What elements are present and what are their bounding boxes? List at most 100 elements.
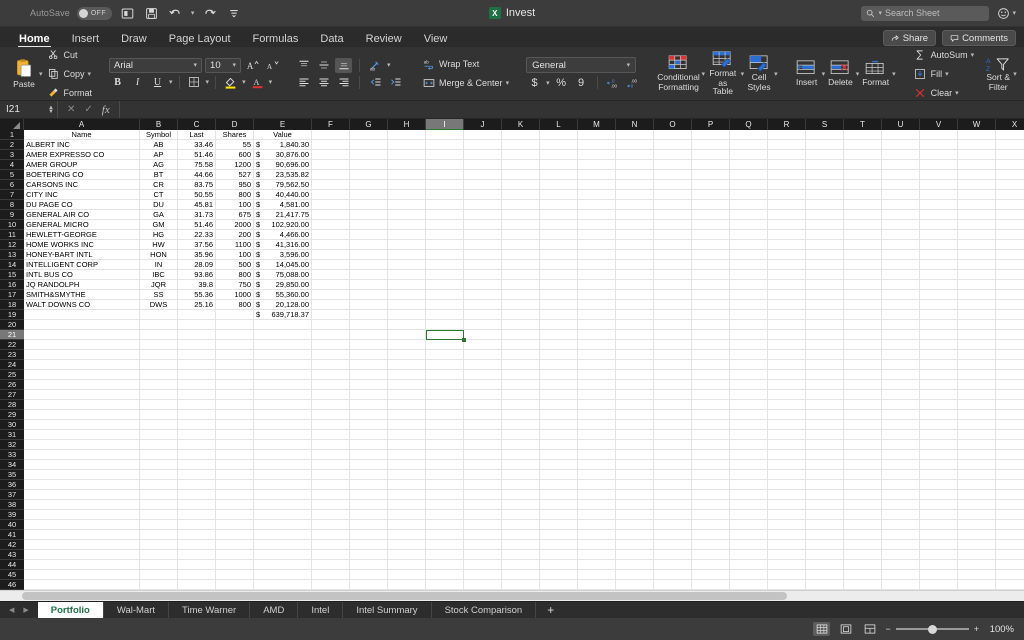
cell-K25[interactable] [502, 370, 540, 379]
cell-X24[interactable] [996, 360, 1024, 369]
fill-dropdown-icon[interactable]: ▾ [945, 70, 949, 78]
cell-M33[interactable] [578, 450, 616, 459]
cell-T3[interactable] [844, 150, 882, 159]
cell-O33[interactable] [654, 450, 692, 459]
fill-color-dropdown-icon[interactable]: ▾ [242, 78, 246, 86]
cell-L4[interactable] [540, 160, 578, 169]
cell-S5[interactable] [806, 170, 844, 179]
cell-I21[interactable] [426, 330, 464, 339]
cell-L26[interactable] [540, 380, 578, 389]
cell-E34[interactable] [254, 460, 312, 469]
cell-S44[interactable] [806, 560, 844, 569]
cell-U22[interactable] [882, 340, 920, 349]
cell-F33[interactable] [312, 450, 350, 459]
cell-S41[interactable] [806, 530, 844, 539]
cell-C18[interactable]: 25.16 [178, 300, 216, 309]
cell-R5[interactable] [768, 170, 806, 179]
cell-X31[interactable] [996, 430, 1024, 439]
cell-Q23[interactable] [730, 350, 768, 359]
cell-U25[interactable] [882, 370, 920, 379]
cell-A10[interactable]: GENERAL MICRO [24, 220, 140, 229]
cell-Q26[interactable] [730, 380, 768, 389]
cell-F23[interactable] [312, 350, 350, 359]
cell-V33[interactable] [920, 450, 958, 459]
cell-O18[interactable] [654, 300, 692, 309]
cell-W24[interactable] [958, 360, 996, 369]
cell-N39[interactable] [616, 510, 654, 519]
cell-W31[interactable] [958, 430, 996, 439]
cell-R34[interactable] [768, 460, 806, 469]
column-header-X[interactable]: X [996, 119, 1024, 130]
cell-B32[interactable] [140, 440, 178, 449]
cell-J19[interactable] [464, 310, 502, 319]
cell-N4[interactable] [616, 160, 654, 169]
cell-N13[interactable] [616, 250, 654, 259]
cell-P42[interactable] [692, 540, 730, 549]
cell-U5[interactable] [882, 170, 920, 179]
cell-K27[interactable] [502, 390, 540, 399]
row-header-33[interactable]: 33 [0, 450, 24, 460]
cell-F29[interactable] [312, 410, 350, 419]
cell-V38[interactable] [920, 500, 958, 509]
cell-E1[interactable]: Value [254, 130, 312, 139]
cell-N42[interactable] [616, 540, 654, 549]
cell-E39[interactable] [254, 510, 312, 519]
cell-W16[interactable] [958, 280, 996, 289]
cell-K17[interactable] [502, 290, 540, 299]
previous-sheet-icon[interactable]: ◀ [9, 606, 14, 614]
cell-G17[interactable] [350, 290, 388, 299]
cell-R11[interactable] [768, 230, 806, 239]
cell-T40[interactable] [844, 520, 882, 529]
cell-T17[interactable] [844, 290, 882, 299]
cell-B27[interactable] [140, 390, 178, 399]
row-header-35[interactable]: 35 [0, 470, 24, 480]
cell-U46[interactable] [882, 580, 920, 589]
cell-G39[interactable] [350, 510, 388, 519]
cell-O46[interactable] [654, 580, 692, 589]
cell-T12[interactable] [844, 240, 882, 249]
cell-G16[interactable] [350, 280, 388, 289]
cell-K33[interactable] [502, 450, 540, 459]
cell-P44[interactable] [692, 560, 730, 569]
cell-F6[interactable] [312, 180, 350, 189]
cell-B5[interactable]: BT [140, 170, 178, 179]
cell-U13[interactable] [882, 250, 920, 259]
cell-O38[interactable] [654, 500, 692, 509]
cell-T5[interactable] [844, 170, 882, 179]
cell-V31[interactable] [920, 430, 958, 439]
cell-M17[interactable] [578, 290, 616, 299]
cell-P11[interactable] [692, 230, 730, 239]
cell-T39[interactable] [844, 510, 882, 519]
cell-S19[interactable] [806, 310, 844, 319]
cell-A34[interactable] [24, 460, 140, 469]
cell-J24[interactable] [464, 360, 502, 369]
cell-B35[interactable] [140, 470, 178, 479]
cell-X40[interactable] [996, 520, 1024, 529]
cell-H34[interactable] [388, 460, 426, 469]
cell-C5[interactable]: 44.66 [178, 170, 216, 179]
cell-Q31[interactable] [730, 430, 768, 439]
cell-H38[interactable] [388, 500, 426, 509]
cell-B19[interactable] [140, 310, 178, 319]
cell-I16[interactable] [426, 280, 464, 289]
cell-R42[interactable] [768, 540, 806, 549]
cell-N26[interactable] [616, 380, 654, 389]
cell-A36[interactable] [24, 480, 140, 489]
cell-U16[interactable] [882, 280, 920, 289]
insert-function-icon[interactable]: fx [102, 104, 110, 116]
cell-I6[interactable] [426, 180, 464, 189]
cell-J38[interactable] [464, 500, 502, 509]
cell-P12[interactable] [692, 240, 730, 249]
cell-A44[interactable] [24, 560, 140, 569]
cell-S18[interactable] [806, 300, 844, 309]
cell-U35[interactable] [882, 470, 920, 479]
cell-styles-button[interactable]: Cell Styles [744, 55, 774, 92]
row-header-28[interactable]: 28 [0, 400, 24, 410]
cell-M44[interactable] [578, 560, 616, 569]
delete-cells-button[interactable]: Delete [825, 60, 856, 87]
cell-W23[interactable] [958, 350, 996, 359]
cell-T46[interactable] [844, 580, 882, 589]
cell-H12[interactable] [388, 240, 426, 249]
cell-E16[interactable]: $29,850.00 [254, 280, 312, 289]
cell-U44[interactable] [882, 560, 920, 569]
